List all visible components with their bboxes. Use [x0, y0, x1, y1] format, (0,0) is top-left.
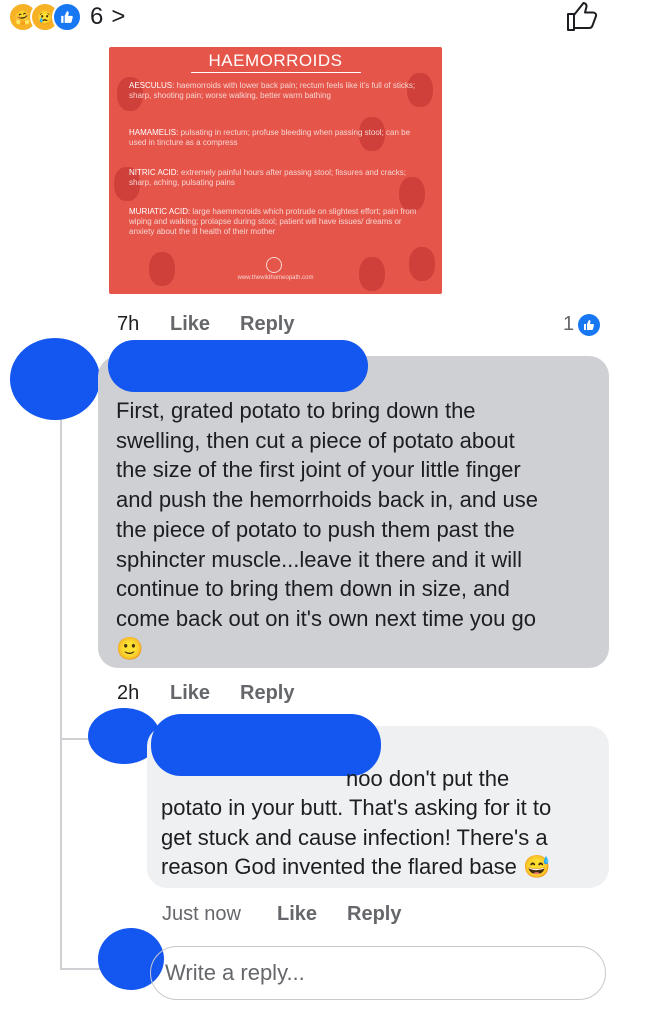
- post-timestamp: 7h: [117, 313, 140, 335]
- remedy-muriatic-acid: MURIATIC ACID: large haemmoroids which p…: [129, 207, 417, 236]
- reply-input-placeholder: Write a reply...: [165, 960, 305, 985]
- reply-text-line: noo don't put the: [346, 766, 510, 791]
- redacted-name[interactable]: [108, 340, 368, 392]
- reply-timestamp: Just now: [162, 903, 241, 925]
- site-logo-icon: [266, 257, 282, 273]
- sweat-smile-emoji: 😅: [523, 854, 551, 880]
- like-count: 1: [563, 313, 601, 336]
- reply-button[interactable]: Reply: [240, 682, 294, 705]
- like-button[interactable]: Like: [277, 903, 317, 926]
- reaction-summary[interactable]: 🤗 😢 6 >: [8, 2, 125, 32]
- reply-bubble: noo don't put the potato in your butt. T…: [147, 714, 609, 888]
- thread-line: [60, 415, 62, 970]
- like-button[interactable]: Like: [170, 313, 210, 336]
- remedy-hamamelis: HAMAMELIS: pulsating in rectum; profuse …: [129, 128, 411, 147]
- reply-button[interactable]: Reply: [347, 903, 401, 926]
- like-button-icon[interactable]: [565, 2, 599, 32]
- comment-timestamp: 2h: [117, 682, 140, 704]
- like-button[interactable]: Like: [170, 682, 210, 705]
- thread-branch: [60, 968, 100, 970]
- image-source-url: www.thewildhomeopath.com: [237, 275, 314, 281]
- remedy-nitric-acid: NITRIC ACID: extremely painful hours aft…: [129, 168, 406, 187]
- comment-text: First, grated potato to bring down the s…: [116, 396, 596, 663]
- avatar[interactable]: [10, 338, 100, 420]
- comment-bubble: First, grated potato to bring down the s…: [98, 340, 609, 668]
- reaction-count: 6: [90, 3, 104, 30]
- smile-emoji: 🙂: [116, 635, 144, 661]
- reply-text: potato in your butt. That's asking for i…: [161, 795, 552, 880]
- reply-button[interactable]: Reply: [240, 313, 294, 336]
- shared-image[interactable]: HAEMORROIDS AESCULUS: haemorroids with l…: [109, 47, 442, 294]
- chevron-right-icon[interactable]: >: [111, 3, 125, 31]
- reply-input[interactable]: Write a reply...: [150, 946, 606, 1000]
- like-icon: [578, 313, 601, 336]
- image-title: HAEMORROIDS: [109, 51, 442, 73]
- like-icon: [52, 2, 82, 32]
- remedy-aesculus: AESCULUS: haemorroids with lower back pa…: [129, 81, 416, 100]
